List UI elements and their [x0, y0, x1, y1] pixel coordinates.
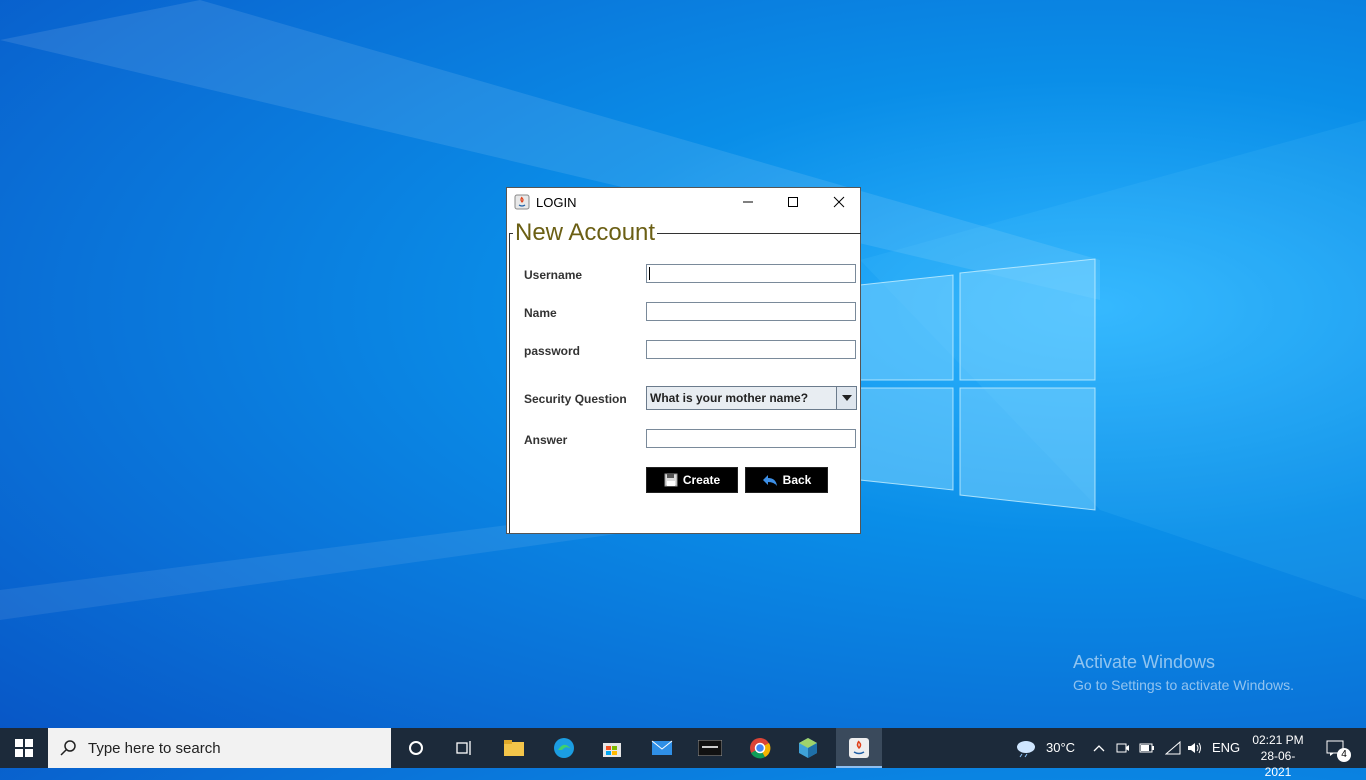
activate-windows-watermark: Activate Windows Go to Settings to activ…: [1073, 652, 1294, 693]
back-arrow-icon: [762, 475, 777, 486]
new-account-dialog: LOGIN New Account Username Name password…: [506, 187, 861, 534]
start-button[interactable]: [0, 728, 48, 768]
clock[interactable]: 02:21 PM 28-06-2021: [1248, 732, 1308, 780]
minimize-icon: [743, 201, 753, 203]
create-button-label: Create: [682, 473, 721, 487]
chevron-down-icon[interactable]: [836, 387, 856, 409]
security-question-select[interactable]: What is your mother name?: [646, 386, 857, 410]
security-question-label: Security Question: [524, 392, 627, 406]
netbeans-button[interactable]: [788, 728, 828, 768]
file-explorer-button[interactable]: [494, 728, 534, 768]
watermark-title: Activate Windows: [1073, 652, 1216, 672]
minimize-button[interactable]: [725, 188, 771, 216]
username-input[interactable]: [646, 264, 856, 283]
save-icon: [664, 473, 678, 487]
clock-time: 02:21 PM: [1252, 733, 1304, 747]
maximize-button[interactable]: [770, 188, 816, 216]
task-view-icon: [456, 741, 471, 755]
java-icon: [514, 194, 530, 210]
search-placeholder: Type here to search: [88, 739, 221, 757]
edge-button[interactable]: [544, 728, 584, 768]
mail-button[interactable]: [642, 728, 682, 768]
weather-temperature: 30°C: [1046, 740, 1076, 755]
username-label: Username: [524, 268, 583, 282]
weather-cloud-rain-icon: [1017, 741, 1035, 758]
taskbar-search[interactable]: Type here to search: [48, 728, 391, 768]
taskbar: Type here to search 30°C ENG 02:21 PM 28…: [0, 728, 1366, 779]
meet-now-icon: [1116, 743, 1129, 753]
windows-wallpaper-logo: [859, 258, 1096, 511]
answer-label: Answer: [524, 433, 568, 447]
create-button[interactable]: Create: [646, 467, 738, 493]
battery-button[interactable]: [1138, 728, 1156, 768]
back-button-label: Back: [782, 473, 812, 487]
action-center-button[interactable]: 4: [1320, 728, 1351, 768]
store-icon: [603, 743, 621, 757]
edge-icon: [554, 738, 574, 758]
battery-icon: [1139, 743, 1154, 753]
java-icon: [849, 738, 869, 758]
name-label: Name: [524, 306, 557, 320]
speaker-icon: [1188, 742, 1201, 754]
dialog-titlebar[interactable]: LOGIN: [507, 188, 860, 216]
password-input[interactable]: [646, 340, 856, 359]
wifi-icon: [1165, 741, 1181, 755]
chrome-icon: [750, 738, 771, 759]
meet-now-button[interactable]: [1114, 728, 1132, 768]
search-icon: [60, 740, 76, 756]
close-icon: [833, 196, 845, 208]
back-button[interactable]: Back: [745, 467, 828, 493]
volume-button[interactable]: [1186, 728, 1204, 768]
file-explorer-icon: [504, 740, 524, 756]
clock-date: 28-06-2021: [1260, 749, 1296, 779]
java-app-button[interactable]: [836, 728, 882, 768]
text-caret: [649, 267, 650, 280]
password-label: password: [524, 344, 581, 358]
name-input[interactable]: [646, 302, 856, 321]
weather-button[interactable]: [1012, 728, 1040, 768]
mysql-button[interactable]: [690, 728, 730, 768]
show-hidden-icons-button[interactable]: [1090, 728, 1108, 768]
fieldset-legend: New Account: [513, 218, 658, 248]
language-indicator[interactable]: ENG: [1212, 740, 1240, 755]
maximize-icon: [788, 197, 798, 207]
close-button[interactable]: [816, 188, 862, 216]
mysql-icon: [698, 740, 722, 756]
task-view-button[interactable]: [444, 728, 484, 768]
cortana-icon: [409, 741, 423, 755]
network-button[interactable]: [1164, 728, 1182, 768]
cortana-button[interactable]: [396, 728, 436, 768]
dialog-title: LOGIN: [536, 195, 577, 210]
windows-start-icon: [15, 739, 33, 757]
watermark-subtitle: Go to Settings to activate Windows.: [1073, 677, 1294, 693]
answer-input[interactable]: [646, 429, 856, 448]
store-button[interactable]: [592, 728, 632, 768]
chevron-up-icon: [1093, 745, 1105, 752]
fieldset-border-left: [509, 233, 510, 533]
netbeans-icon: [799, 738, 817, 758]
security-question-value: What is your mother name?: [650, 391, 809, 405]
mail-icon: [651, 740, 673, 755]
chrome-button[interactable]: [740, 728, 780, 768]
notification-count-badge: 4: [1337, 748, 1351, 762]
